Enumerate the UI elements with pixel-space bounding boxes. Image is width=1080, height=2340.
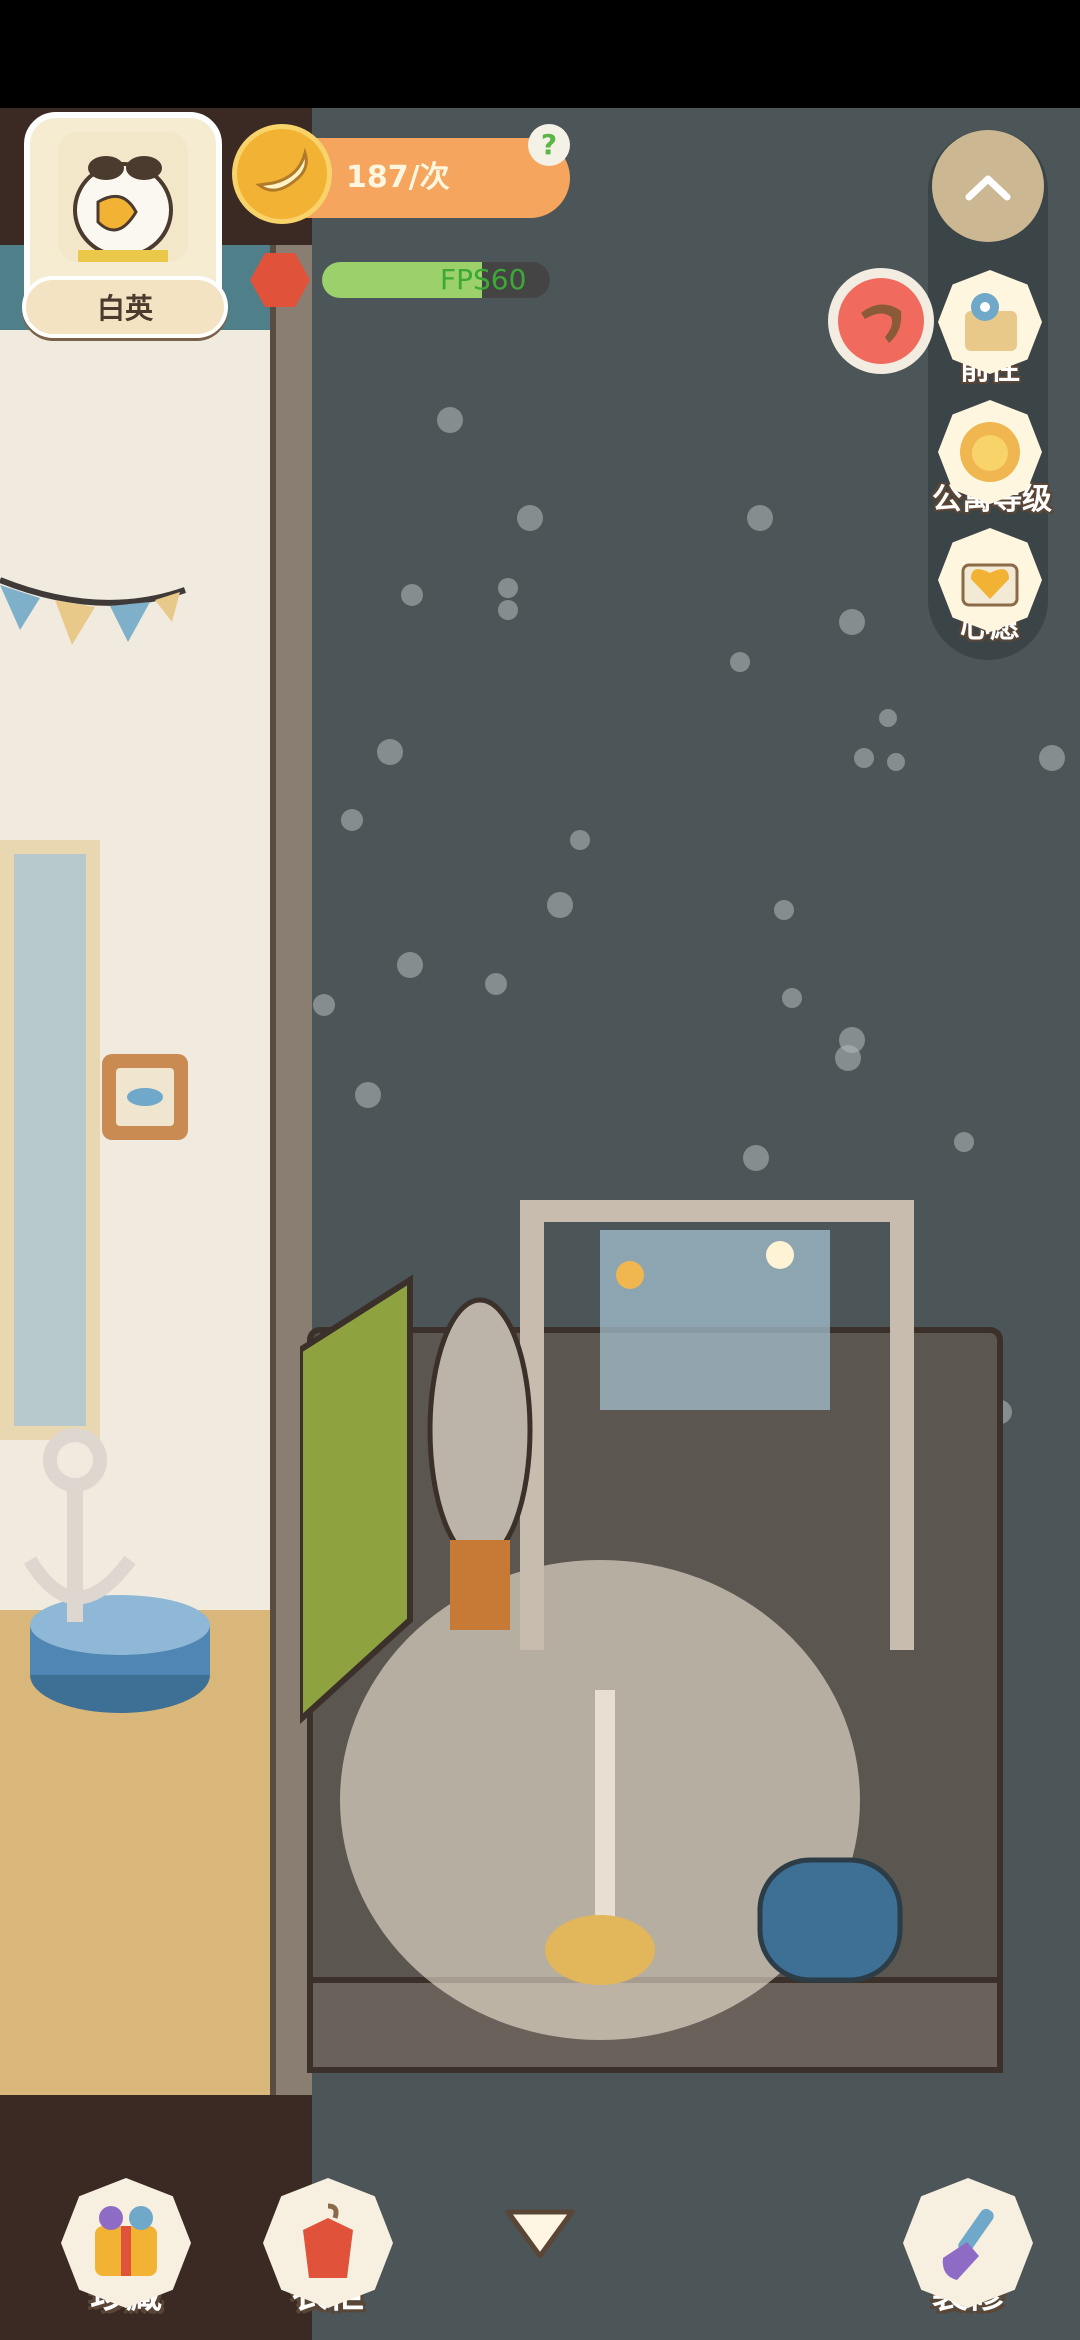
wish-button[interactable]: 心愿 [932,528,1048,646]
question-icon[interactable]: ? [528,124,570,166]
collapse-menu-button[interactable] [932,130,1044,242]
floating-bubble [397,952,423,978]
player-name: 白英 [96,292,153,325]
floating-bubble [485,973,507,995]
banana-icon[interactable] [232,124,332,224]
floating-bubble [498,600,518,620]
floating-bubble [437,407,463,433]
collection-button[interactable]: 珍藏 [56,2178,196,2318]
boomerang-icon [861,304,902,343]
floating-bubble [774,900,794,920]
anchor-aquarium-decoration[interactable] [20,1420,220,1720]
player-name-plate[interactable]: 白英 [22,276,228,338]
fish-picture-frame[interactable] [102,1054,188,1140]
banana-count: 187/次 [346,160,450,195]
floating-bubble [517,505,543,531]
wardrobe-button[interactable]: 衣柜 [258,2178,398,2318]
floating-bubble [355,1082,381,1108]
room-window [0,840,100,1440]
gift-box-icon [95,2206,157,2276]
floating-bubble [547,892,573,918]
apartment-level-button[interactable]: 公寓等级 [932,400,1052,518]
floating-bubble [839,609,865,635]
game-screen: 白英 187/次 ? FPS60 [0,0,1080,2340]
fish-icon [127,1088,163,1106]
floating-bubble [835,1045,861,1071]
boomerang-button[interactable] [828,268,934,374]
floating-bubble [377,739,403,765]
floating-bubble [782,988,802,1008]
floating-bubble [1039,745,1065,771]
goto-button[interactable]: 前往 [932,270,1048,388]
fps-label: FPS60 [440,263,527,296]
balcony-scene [300,1200,1003,2073]
heart-book-icon [961,563,1019,607]
floating-bubble [313,994,335,1016]
cat-sun-icon [960,422,1020,482]
floating-bubble [747,505,773,531]
floating-bubble [498,578,518,598]
chevron-up-icon [965,175,1011,201]
floating-bubble [341,809,363,831]
bunting-decoration [0,577,186,645]
help-symbol: ? [540,128,558,161]
floating-bubble [570,830,590,850]
floating-bubble [730,652,750,672]
chevron-down-icon [505,2209,575,2259]
expand-menu-button[interactable] [502,2206,578,2262]
map-pin-icon [965,293,1017,351]
avatar [58,132,188,262]
floating-bubble [401,584,423,606]
floating-bubble [879,709,897,727]
floating-bubble [887,753,905,771]
paint-brush-icon [942,2208,994,2280]
floating-bubble [954,1132,974,1152]
decorate-button[interactable]: 装修 [898,2178,1038,2318]
floating-bubble [854,748,874,768]
shirt-hanger-icon [303,2203,353,2278]
